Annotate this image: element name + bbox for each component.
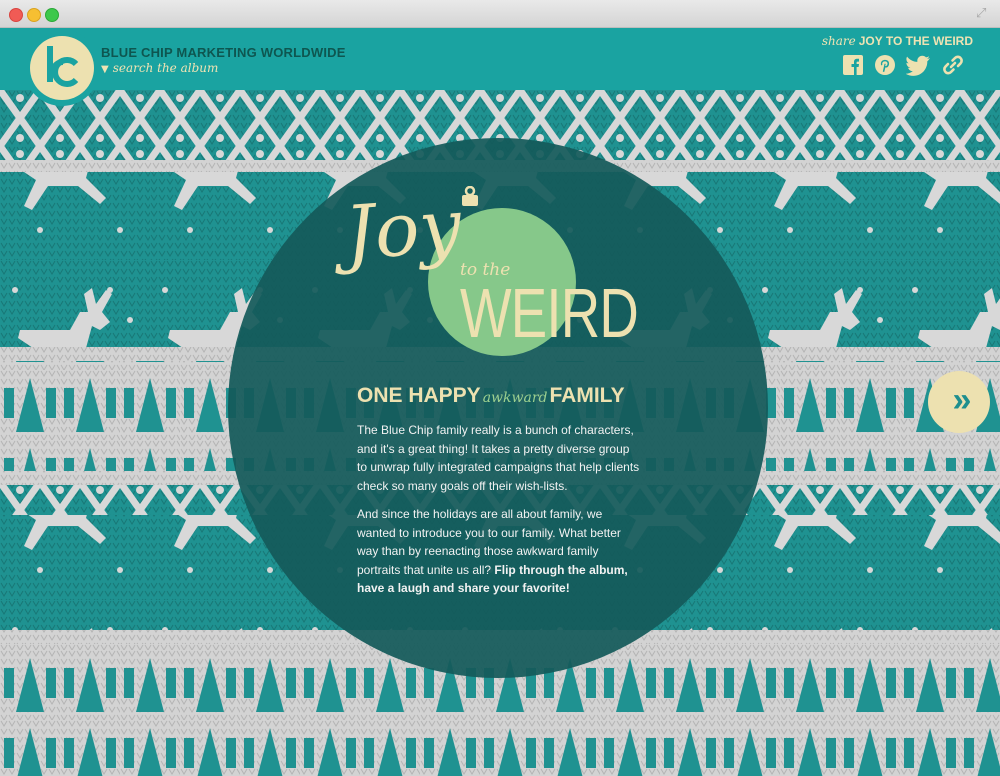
fullscreen-icon[interactable]: ⤢ xyxy=(976,6,990,20)
intro-paragraph-1: The Blue Chip family really is a bunch o… xyxy=(357,423,640,493)
zoom-window-button[interactable] xyxy=(45,8,59,22)
ornament-cap-icon xyxy=(462,186,478,206)
link-icon[interactable] xyxy=(942,54,964,76)
search-album-dropdown[interactable]: ▼ search the album xyxy=(101,61,218,75)
site-header: BLUE CHIP MARKETING WORLDWIDE ▼ search th… xyxy=(0,28,1000,90)
bc-monogram-icon xyxy=(47,46,79,87)
twitter-icon[interactable] xyxy=(906,54,932,76)
logo-badge xyxy=(30,36,94,100)
double-chevron-right-icon: » xyxy=(952,381,972,419)
headline: ONE HAPPY awkwardFAMILY xyxy=(357,384,625,408)
caret-down-icon: ▼ xyxy=(101,64,109,75)
headline-part-2: FAMILY xyxy=(549,384,625,407)
blue-chip-logo[interactable] xyxy=(24,30,100,106)
facebook-icon[interactable] xyxy=(842,54,864,76)
search-label: search the album xyxy=(112,61,219,75)
next-page-button[interactable]: » xyxy=(928,371,990,433)
window-titlebar: ⤢ xyxy=(0,0,1000,28)
headline-part-1: ONE HAPPY xyxy=(357,384,481,407)
share-title: JOY TO THE WEIRD xyxy=(858,34,973,48)
intro-paragraph-2: And since the holidays are all about fam… xyxy=(357,505,642,598)
share-label: share xyxy=(821,34,856,48)
share-bar: share JOY TO THE WEIRD xyxy=(822,34,973,48)
minimize-window-button[interactable] xyxy=(27,8,41,22)
browser-window: ⤢ BLUE CHIP MARKETING WORLDWIDE ▼ search… xyxy=(0,0,1000,776)
close-window-button[interactable] xyxy=(9,8,23,22)
headline-awkward: awkward xyxy=(482,390,548,406)
brand-name[interactable]: BLUE CHIP MARKETING WORLDWIDE xyxy=(101,45,346,60)
pinterest-icon[interactable] xyxy=(874,54,896,76)
title-weird: WEIRD xyxy=(460,274,639,352)
title-joy: Joy xyxy=(342,183,464,277)
